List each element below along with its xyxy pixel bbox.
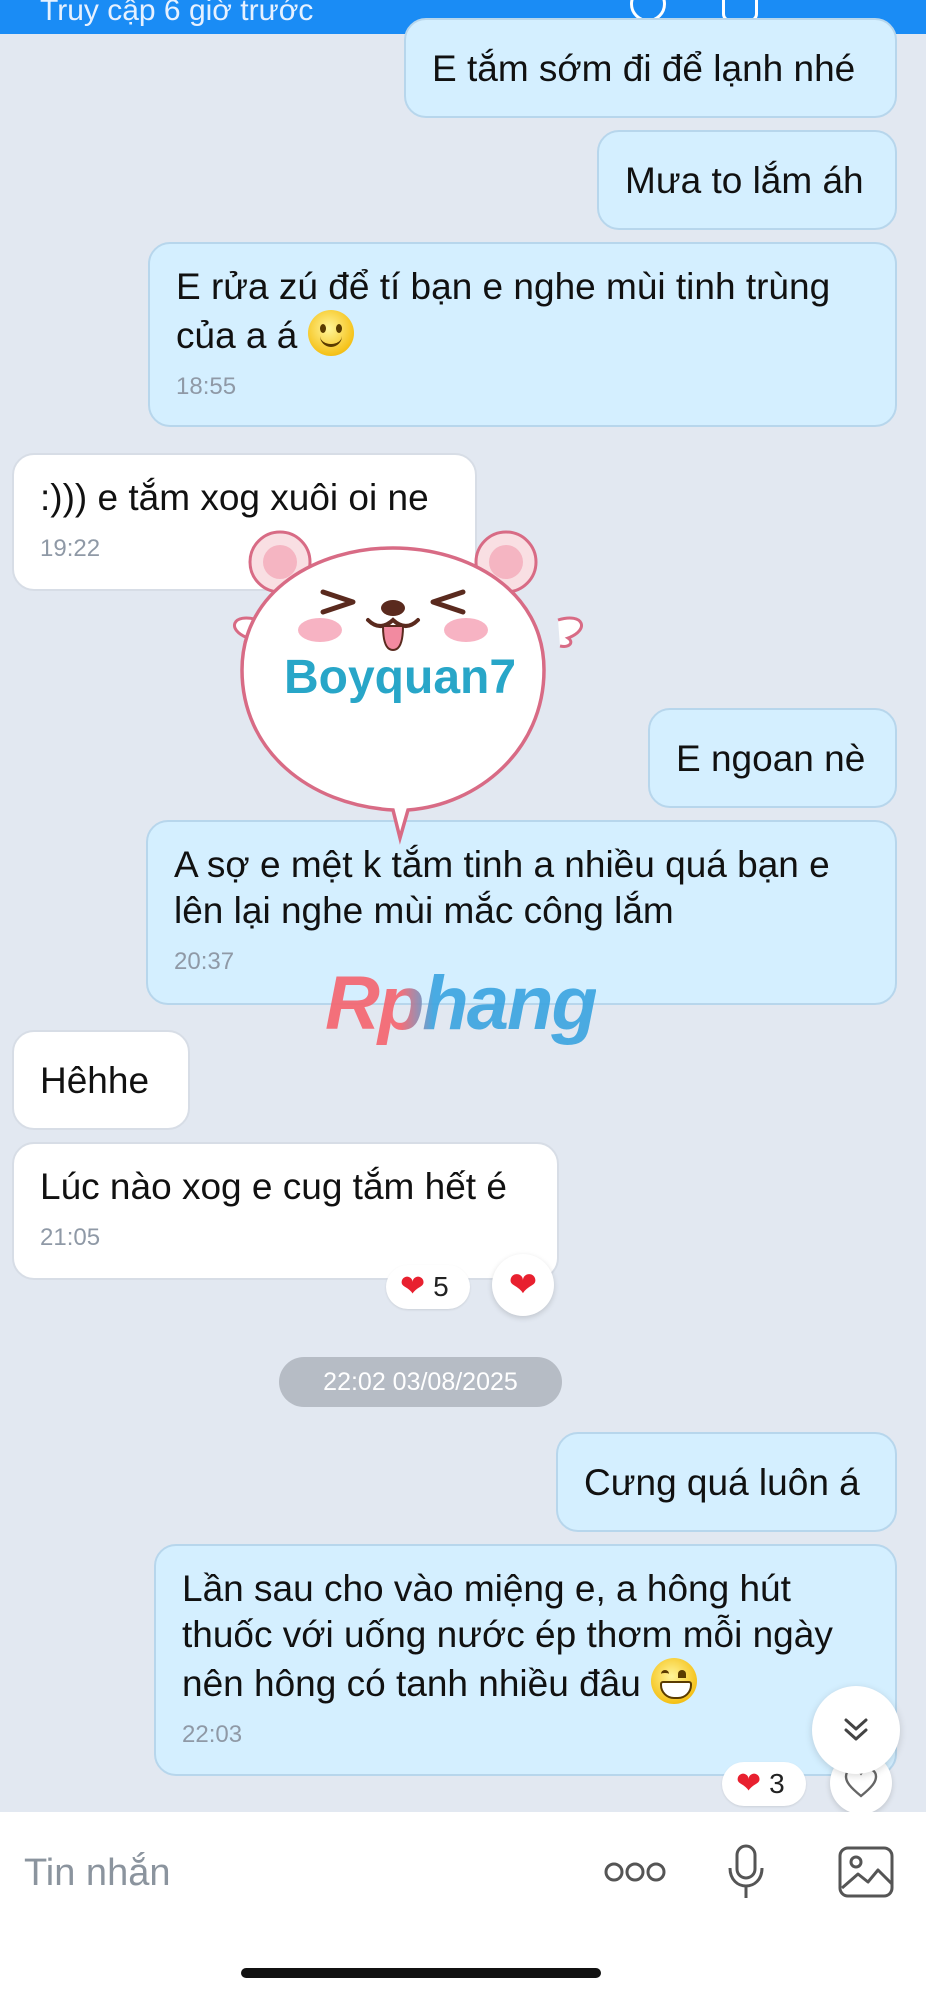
microphone-icon [728,1844,764,1898]
voice-button[interactable] [726,1842,766,1902]
reaction-count: 5 [433,1271,449,1302]
date-separator-text: 22:02 03/08/2025 [323,1367,518,1396]
message-time: 18:55 [176,373,237,400]
watermark-sticker-text: Boyquan7 [284,651,517,704]
react-button[interactable]: ❤ [492,1254,554,1316]
reaction-summary[interactable]: ❤ 5 [386,1265,470,1309]
message-time: 22:03 [182,1721,243,1748]
scroll-to-bottom-button[interactable] [812,1686,900,1774]
last-seen-status: Truy cập 6 giờ trước [40,0,314,27]
reaction-count: 3 [769,1768,785,1799]
message-text: Cưng quá luôn á [584,1462,860,1503]
message-incoming[interactable]: Lúc nào xog e cug tắm hết é 21:05 [12,1142,559,1280]
message-outgoing[interactable]: Cưng quá luôn á [556,1432,897,1532]
home-indicator [241,1968,601,1978]
heart-icon: ❤ [736,1767,762,1800]
message-input[interactable]: Tin nhắn [24,1852,170,1895]
message-outgoing[interactable]: Mưa to lắm áh [597,130,897,230]
message-text: E tắm sớm đi để lạnh nhé [432,48,856,89]
message-text: Lần sau cho vào miệng e, a hông hút thuố… [182,1568,833,1704]
grinning-face-icon [651,1658,698,1704]
message-text: A sợ e mệt k tắm tinh a nhiều quá bạn e … [174,844,830,931]
smiling-face-icon [307,310,354,356]
message-outgoing[interactable]: E rửa zú để tí bạn e nghe mùi tinh trùng… [148,242,897,427]
more-button[interactable] [604,1842,666,1902]
date-separator: 22:02 03/08/2025 [279,1357,562,1407]
message-text: Lúc nào xog e cug tắm hết é [40,1166,507,1207]
image-button[interactable] [838,1842,894,1902]
message-outgoing[interactable]: E ngoan nè [648,708,897,808]
message-text: Hêhhe [40,1060,150,1101]
watermark-brand-text: Rphang [325,961,598,1046]
message-text: E rửa zú để tí bạn e nghe mùi tinh trùng… [176,266,831,356]
more-icon [604,1862,666,1882]
message-text: E ngoan nè [676,738,866,779]
message-time: 21:05 [40,1224,101,1251]
heart-icon: ❤ [400,1270,426,1303]
message-outgoing[interactable]: E tắm sớm đi để lạnh nhé [404,18,897,118]
reaction-summary[interactable]: ❤ 3 [722,1762,806,1806]
image-icon [838,1846,894,1898]
chevron-double-down-icon [844,1718,868,1741]
message-text: Mưa to lắm áh [625,160,864,201]
heart-icon: ❤ [508,1266,538,1304]
message-outgoing[interactable]: Lần sau cho vào miệng e, a hông hút thuố… [154,1544,897,1776]
message-incoming[interactable]: Hêhhe [12,1030,190,1130]
message-text: :))) e tắm xog xuôi oi ne [40,477,429,518]
